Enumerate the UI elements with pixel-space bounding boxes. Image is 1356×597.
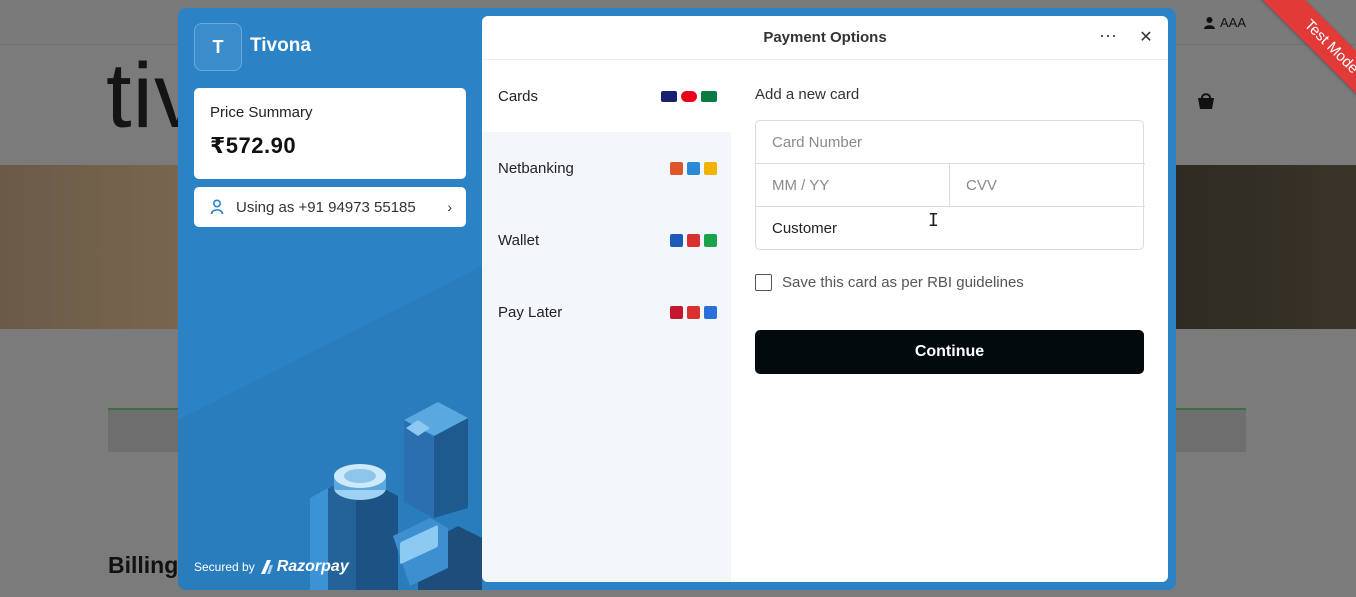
test-mode-label: Test Mode — [1253, 0, 1356, 125]
price-summary-card: Price Summary ₹572.90 — [194, 88, 466, 179]
contact-details-button[interactable]: Using as +91 94973 55185 › — [194, 187, 466, 227]
method-pay-later[interactable]: Pay Later — [482, 276, 731, 348]
method-wallet[interactable]: Wallet — [482, 204, 731, 276]
save-card-checkbox[interactable] — [755, 274, 772, 291]
checkout-sidebar: T Tivona Price Summary ₹572.90 Using as … — [178, 8, 482, 590]
card-input-group: Card Number MM / YY CVV Customer — [755, 120, 1145, 250]
cvv-input[interactable]: CVV — [966, 177, 997, 194]
user-icon — [210, 199, 224, 215]
card-number-input[interactable]: Card Number — [772, 134, 862, 151]
method-label: Pay Later — [498, 303, 563, 321]
divider — [949, 164, 950, 207]
paylater-icon — [687, 305, 700, 319]
expiry-input[interactable]: MM / YY — [772, 177, 829, 194]
payment-methods-list: Cards Netbanking Wallet Pay Later — [482, 60, 731, 582]
cart-icon[interactable] — [1196, 92, 1216, 110]
method-label: Netbanking — [498, 159, 574, 177]
method-label: Wallet — [498, 231, 540, 249]
chevron-right-icon: › — [447, 199, 452, 215]
checkout-modal: T Tivona Price Summary ₹572.90 Using as … — [178, 8, 1176, 590]
method-cards[interactable]: Cards — [482, 60, 731, 132]
razorpay-mark-icon — [260, 560, 273, 574]
bank-icon — [704, 161, 717, 175]
razorpay-logo: Razorpay — [260, 558, 349, 576]
rupay-icon — [701, 90, 717, 102]
secured-by-label: Secured by — [194, 560, 255, 574]
method-netbanking[interactable]: Netbanking — [482, 132, 731, 204]
merchant-name: Tivona — [250, 35, 311, 56]
panel-title: Payment Options — [763, 29, 887, 46]
bank-icon — [687, 161, 700, 175]
bank-icon — [670, 161, 683, 175]
wallet-icon — [687, 233, 700, 247]
method-label: Cards — [498, 87, 539, 105]
contact-text: Using as +91 94973 55185 — [236, 198, 416, 216]
wallet-icon — [670, 233, 683, 247]
razorpay-label: Razorpay — [276, 558, 349, 575]
price-amount: ₹572.90 — [210, 133, 297, 158]
text-cursor-icon: I — [928, 210, 939, 231]
save-card-label: Save this card as per RBI guidelines — [782, 274, 1024, 291]
divider — [756, 206, 1145, 207]
billing-heading: Billing — [108, 552, 179, 578]
price-summary-label: Price Summary — [210, 104, 313, 121]
wallet-icon — [704, 233, 717, 247]
paylater-icon — [704, 305, 717, 319]
user-icon — [1204, 16, 1215, 29]
panel-header: Payment Options ··· ✕ — [482, 16, 1168, 60]
test-mode-ribbon: Test Mode — [1216, 0, 1356, 140]
payment-panel: Payment Options ··· ✕ Cards Netbanking W… — [482, 16, 1168, 582]
form-title: Add a new card — [755, 86, 860, 103]
close-icon[interactable]: ✕ — [1134, 26, 1158, 50]
paylater-icon — [670, 305, 683, 319]
mastercard-icon — [681, 90, 697, 102]
continue-button[interactable]: Continue — [755, 330, 1144, 374]
secured-by-footer: Secured by Razorpay — [194, 558, 349, 576]
divider — [756, 163, 1145, 164]
card-name-input[interactable]: Customer — [772, 220, 837, 237]
merchant-logo: T — [194, 23, 242, 71]
more-horizontal-icon[interactable]: ··· — [1096, 26, 1120, 50]
visa-icon — [661, 90, 677, 102]
save-card-option[interactable]: Save this card as per RBI guidelines — [755, 274, 1024, 291]
